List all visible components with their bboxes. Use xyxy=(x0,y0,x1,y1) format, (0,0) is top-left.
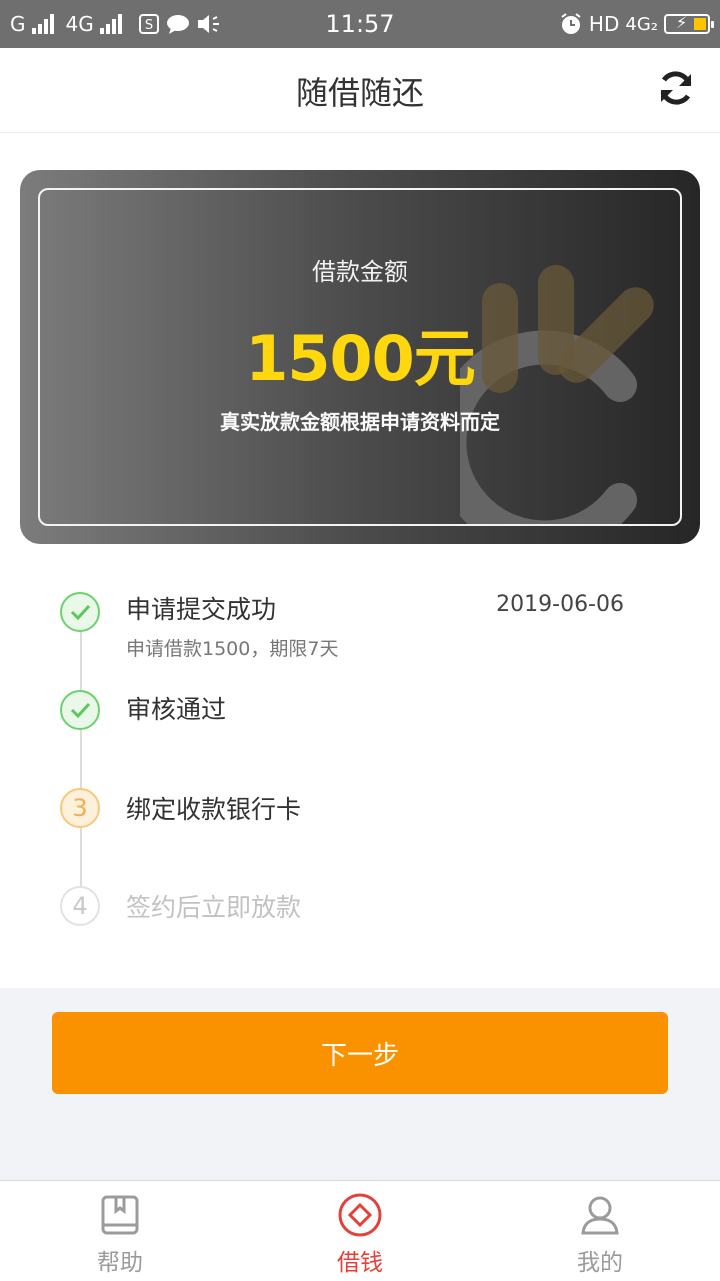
app-header: 随借随还 xyxy=(0,48,720,133)
step-connector xyxy=(80,632,82,900)
tab-borrow-label: 借钱 xyxy=(337,1250,383,1276)
page-title: 随借随还 xyxy=(295,74,424,112)
tab-bar: 帮助 借钱 我的 xyxy=(0,1180,720,1281)
loan-amount-value: 1500元 xyxy=(245,322,476,395)
step-4-title: 签约后立即放款 xyxy=(126,893,302,922)
loan-amount-label: 借款金额 xyxy=(312,258,408,286)
loan-amount-note: 真实放款金额根据申请资料而定 xyxy=(220,410,500,434)
step-4-number: 4 xyxy=(60,886,100,926)
step-1-subtitle: 申请借款1500，期限7天 xyxy=(126,638,339,660)
hd-label: HD xyxy=(588,12,620,36)
next-step-button[interactable]: 下一步 xyxy=(52,1012,668,1094)
book-icon xyxy=(101,1195,139,1235)
tab-help[interactable]: 帮助 xyxy=(0,1181,240,1281)
alarm-icon xyxy=(561,13,581,34)
loan-amount-card: 借款金额 1500元 真实放款金额根据申请资料而定 xyxy=(20,170,700,544)
step-3-number: 3 xyxy=(60,788,100,828)
step-1-check-icon xyxy=(60,592,100,632)
tab-help-label: 帮助 xyxy=(97,1250,143,1276)
diamond-icon xyxy=(338,1193,382,1237)
step-2-title: 审核通过 xyxy=(126,695,227,724)
network-label: 4G₂ xyxy=(625,13,658,35)
step-1-date: 2019-06-06 xyxy=(496,592,624,617)
battery-icon: ⚡ xyxy=(664,13,714,34)
refresh-icon[interactable] xyxy=(656,68,696,108)
user-icon xyxy=(581,1196,619,1235)
tab-mine-label: 我的 xyxy=(577,1250,623,1276)
status-bar: G 4G S 11:57 HD 4G₂ ⚡ xyxy=(0,0,720,48)
step-2-check-icon xyxy=(60,690,100,730)
tab-borrow[interactable]: 借钱 xyxy=(240,1181,480,1281)
step-1-title: 申请提交成功 xyxy=(126,595,277,624)
status-right: HD 4G₂ ⚡ xyxy=(559,10,714,38)
step-3-title: 绑定收款银行卡 xyxy=(126,795,302,824)
tab-mine[interactable]: 我的 xyxy=(480,1181,720,1281)
